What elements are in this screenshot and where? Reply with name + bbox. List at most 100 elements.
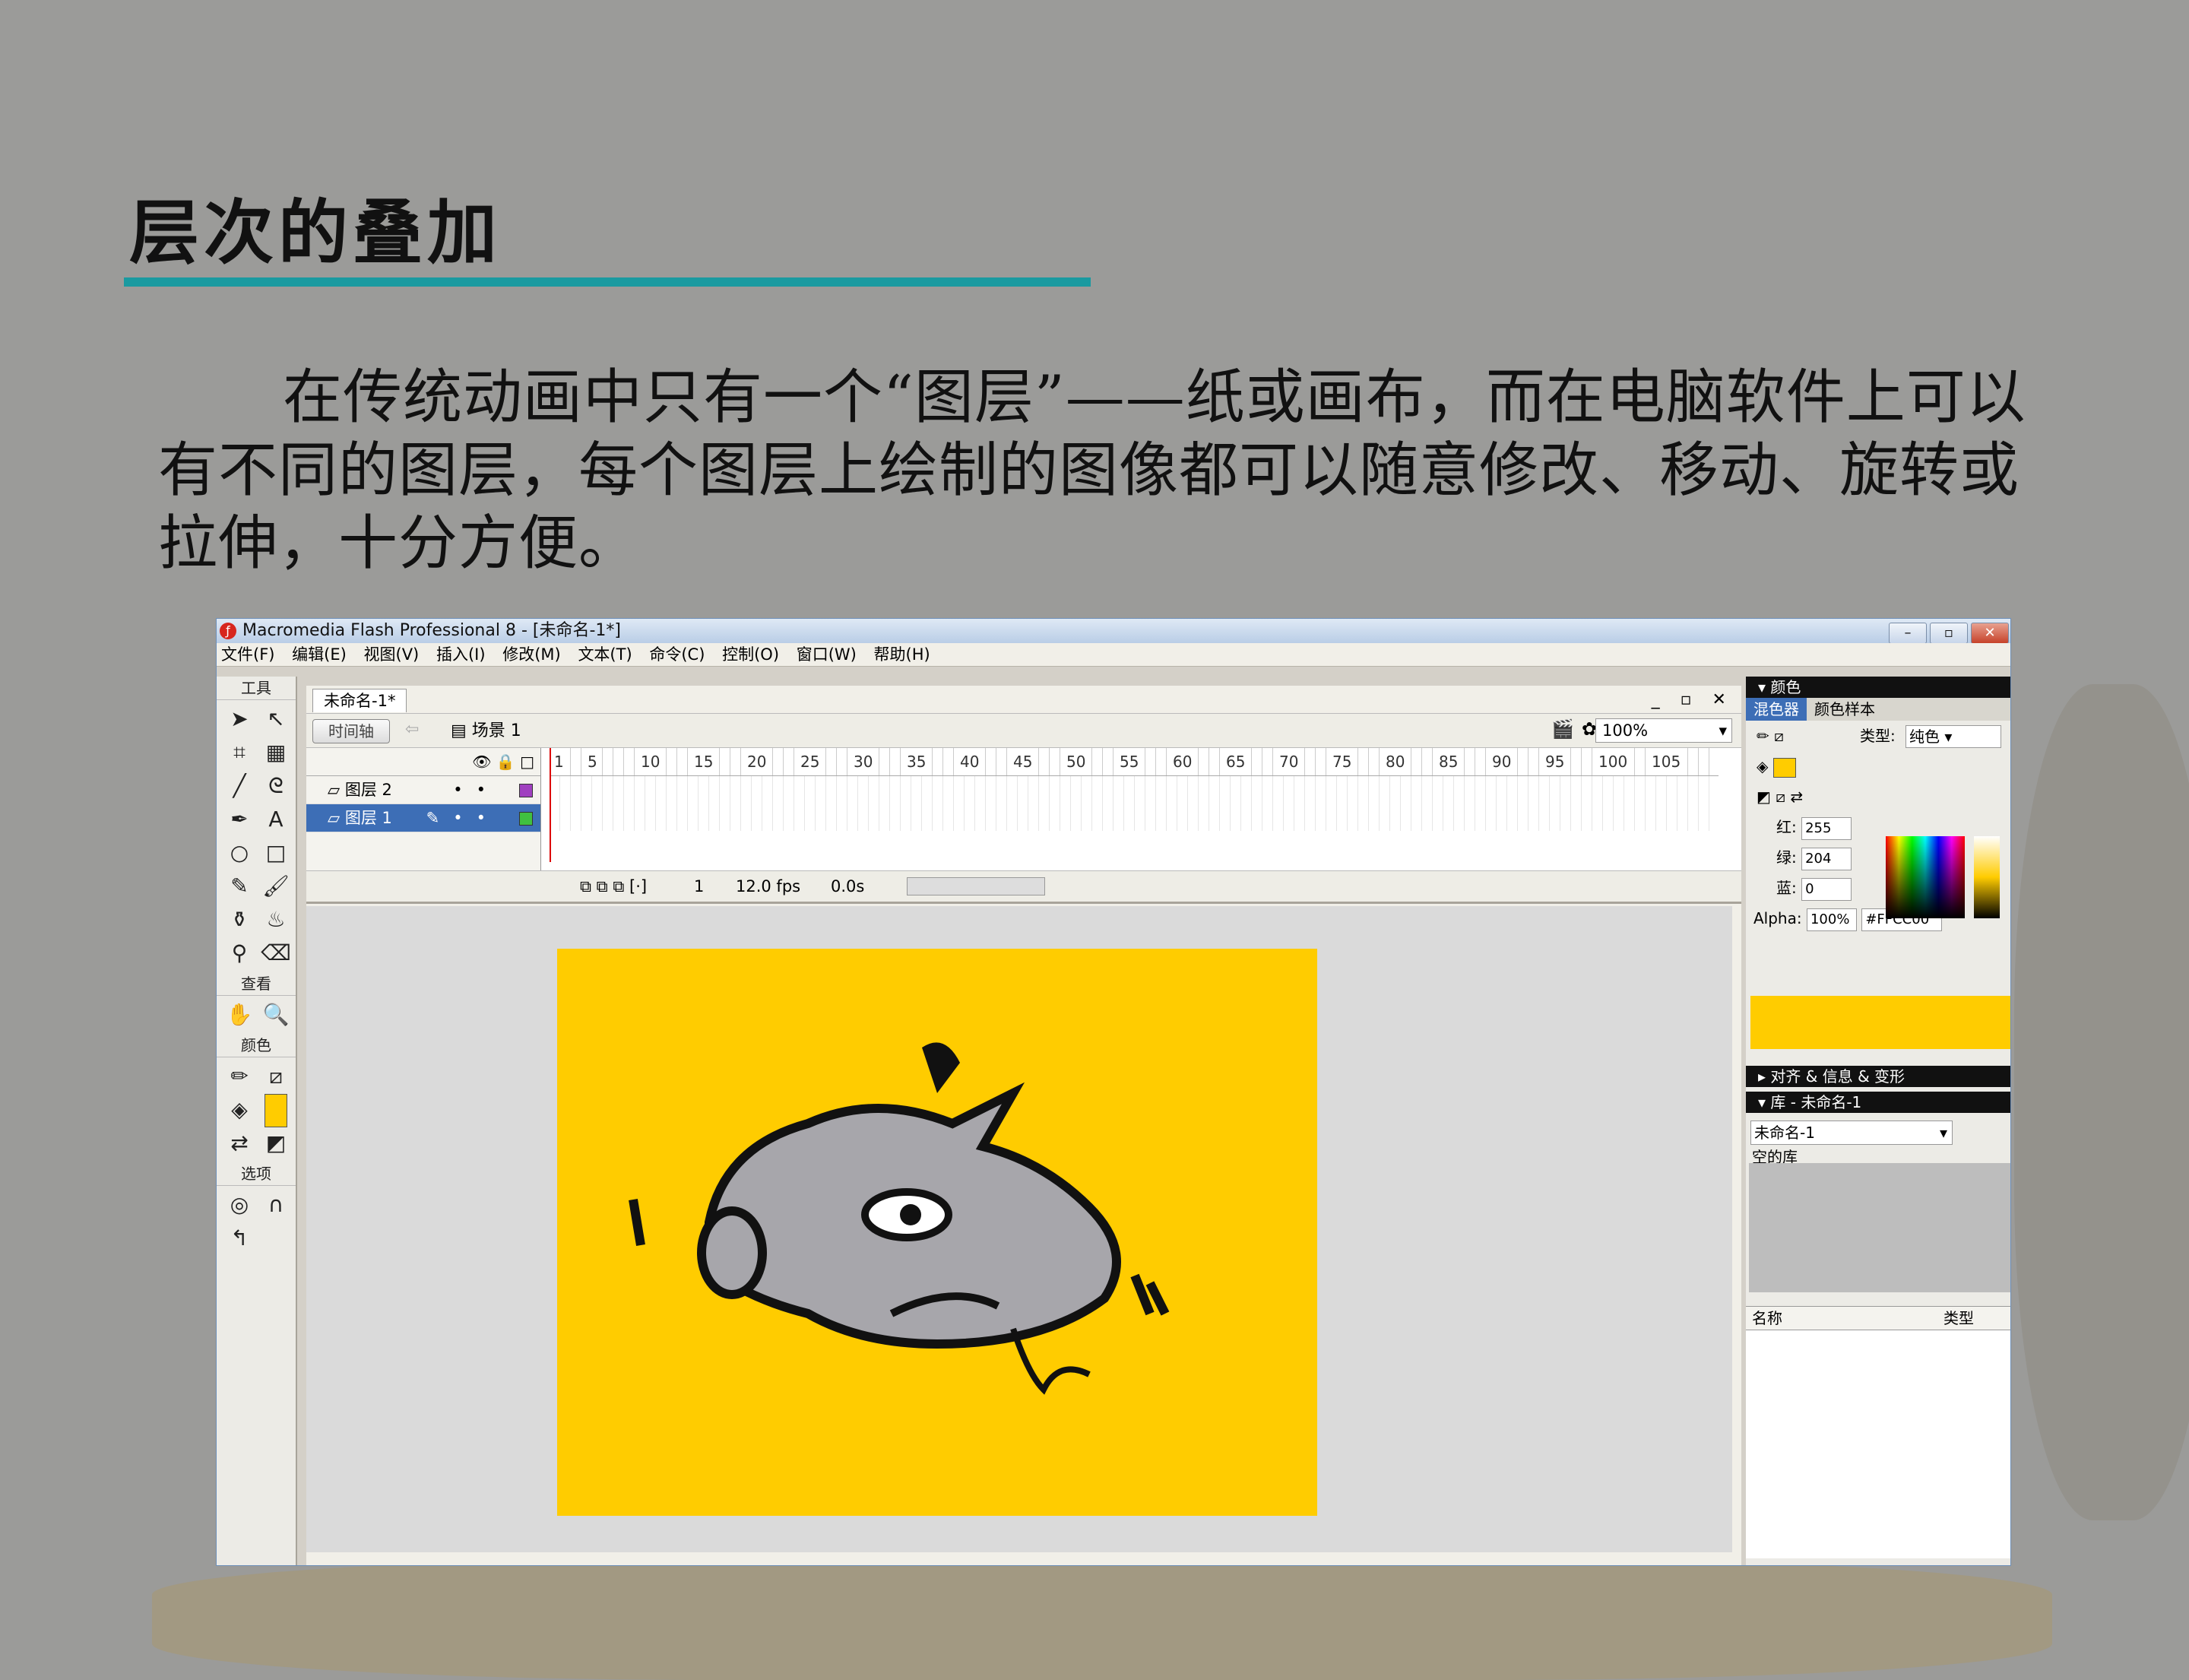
oval-tool-icon[interactable]: ○ bbox=[223, 837, 256, 869]
color-section-header: 颜色 bbox=[217, 1034, 296, 1057]
frame-grid[interactable] bbox=[550, 776, 1719, 831]
stage-area bbox=[306, 906, 1732, 1552]
paint-bucket-tool-icon[interactable]: ♨ bbox=[259, 904, 293, 936]
stroke-color-icon[interactable]: ✏ bbox=[223, 1060, 256, 1092]
layer-outline-color[interactable] bbox=[519, 812, 533, 826]
line-tool-icon[interactable]: ╱ bbox=[223, 770, 256, 802]
fill-color-icon[interactable]: ◈ bbox=[223, 1094, 256, 1126]
lock-icon[interactable]: 🔒 bbox=[496, 753, 515, 771]
timeline-toggle-button[interactable]: 时间轴 bbox=[312, 719, 390, 743]
frame-rate: 12.0 fps bbox=[736, 877, 801, 895]
current-frame: 1 bbox=[694, 877, 705, 895]
stroke-pencil-icon[interactable]: ✏ ⧄ bbox=[1757, 727, 1784, 745]
color-panel-title: 颜色 bbox=[1770, 678, 1801, 696]
rectangle-tool-icon[interactable]: □ bbox=[259, 837, 293, 869]
ruler-tick-label: 85 bbox=[1439, 748, 1459, 775]
brush-tool-icon[interactable]: 🖌 bbox=[259, 870, 293, 902]
layer-state-dots[interactable]: •• bbox=[453, 776, 499, 804]
menu-text[interactable]: 文本(T) bbox=[573, 643, 639, 666]
layer-state-dots[interactable]: ✎•• bbox=[426, 804, 499, 832]
timeline-panel: 👁 🔒 □ ▱ 图层 2 •• ▱ 图层 1 ✎•• ⊕ ⤴ ▭ 🗑 15101… bbox=[306, 748, 1741, 904]
eyedropper-tool-icon[interactable]: ⚲ bbox=[223, 937, 256, 969]
color-type-select[interactable]: 纯色 ▾ bbox=[1905, 725, 2001, 748]
tab-color-swatches[interactable]: 颜色样本 bbox=[1807, 698, 1883, 721]
smooth-option-icon[interactable]: ↰ bbox=[223, 1222, 256, 1254]
menu-bar: 文件(F) 编辑(E) 视图(V) 插入(I) 修改(M) 文本(T) 命令(C… bbox=[217, 643, 2010, 667]
zoom-tool-icon[interactable]: 🔍 bbox=[259, 999, 293, 1031]
gradient-transform-tool-icon[interactable]: ▦ bbox=[259, 737, 293, 769]
edit-scene-icon[interactable]: 🎬 bbox=[1551, 718, 1574, 740]
ink-bottle-tool-icon[interactable]: ⚱ bbox=[223, 904, 256, 936]
swap-default-icons[interactable]: ◩ ⧄ ⇄ bbox=[1757, 788, 1803, 806]
slide-title: 层次的叠加 bbox=[129, 192, 502, 274]
snap-option-icon[interactable]: ◎ bbox=[223, 1189, 256, 1221]
ruler-tick-label: 45 bbox=[1013, 748, 1033, 775]
document-tab[interactable]: 未命名-1* bbox=[312, 689, 407, 712]
scene-label[interactable]: ▤ 场景 1 bbox=[451, 720, 521, 743]
free-transform-tool-icon[interactable]: ⌗ bbox=[223, 737, 256, 769]
default-colors-icon[interactable]: ◩ bbox=[259, 1127, 293, 1159]
align-panel-title: 对齐 & 信息 & 变形 bbox=[1770, 1067, 1905, 1086]
menu-modify[interactable]: 修改(M) bbox=[498, 643, 569, 666]
green-field[interactable]: 204 bbox=[1801, 847, 1852, 870]
align-panel-header[interactable]: ▸ 对齐 & 信息 & 变形 bbox=[1746, 1066, 2010, 1087]
playhead[interactable] bbox=[550, 748, 560, 862]
brightness-slider[interactable] bbox=[1974, 836, 2000, 918]
red-field[interactable]: 255 bbox=[1801, 816, 1852, 840]
layer-row-2[interactable]: ▱ 图层 2 •• bbox=[306, 776, 540, 804]
back-arrow-icon[interactable]: ⇦ bbox=[405, 720, 419, 739]
swap-colors-icon[interactable]: ⇄ bbox=[223, 1127, 256, 1159]
magnet-option-icon[interactable]: ∩ bbox=[259, 1189, 293, 1221]
eraser-tool-icon[interactable]: ⌫ bbox=[259, 937, 293, 969]
layer-row-1[interactable]: ▱ 图层 1 ✎•• bbox=[306, 804, 540, 832]
subselect-tool-icon[interactable]: ↖ bbox=[259, 703, 293, 735]
close-icon[interactable]: ✕ bbox=[1971, 623, 2009, 644]
zoom-select[interactable]: 100% ▾ bbox=[1595, 718, 1732, 743]
ruler-tick-label: 15 bbox=[694, 748, 714, 775]
menu-help[interactable]: 帮助(H) bbox=[870, 643, 938, 666]
color-spectrum[interactable] bbox=[1886, 836, 1965, 918]
stroke-none-swatch[interactable]: ⧄ bbox=[259, 1060, 293, 1092]
text-tool-icon[interactable]: A bbox=[259, 804, 293, 835]
fill-color-swatch[interactable] bbox=[259, 1094, 293, 1127]
stage-canvas[interactable] bbox=[557, 949, 1317, 1516]
menu-window[interactable]: 窗口(W) bbox=[792, 643, 864, 666]
swap-row: ◩ ⧄ ⇄ bbox=[1746, 781, 2010, 812]
timeline-scrollbar[interactable] bbox=[907, 877, 1045, 895]
outline-icon[interactable]: □ bbox=[520, 753, 534, 771]
menu-file[interactable]: 文件(F) bbox=[217, 643, 282, 666]
menu-insert[interactable]: 插入(I) bbox=[432, 643, 493, 666]
library-doc-select[interactable]: 未命名-1 ▾ bbox=[1750, 1121, 1953, 1145]
document-controls[interactable]: _ ▫ ✕ bbox=[1652, 690, 1734, 709]
fill-bucket-icon[interactable]: ◈ bbox=[1757, 757, 1796, 778]
blue-field[interactable]: 0 bbox=[1801, 877, 1852, 901]
eye-icon[interactable]: 👁 bbox=[472, 753, 491, 771]
layer-outline-color[interactable] bbox=[519, 784, 533, 797]
tab-color-mixer[interactable]: 混色器 bbox=[1746, 698, 1807, 721]
alpha-field[interactable]: 100% bbox=[1806, 908, 1857, 931]
hand-tool-icon[interactable]: ✋ bbox=[223, 999, 256, 1031]
library-panel-title: 库 - 未命名-1 bbox=[1770, 1093, 1862, 1111]
frame-ruler[interactable]: 1 5 10 15 20 25 30 35 40 45 50 55 60 65 70 75 80 85 90 95 10… bbox=[550, 748, 1719, 776]
alpha-label: Alpha: bbox=[1753, 909, 1802, 927]
right-panels: ▾ 颜色 混色器 颜色样本 ✏ ⧄ 类型: 纯色 ▾ ◈ ◩ ⧄ ⇄ 红: 255… bbox=[1746, 677, 2010, 1565]
edit-symbol-icon[interactable]: ✿ bbox=[1582, 718, 1597, 740]
menu-edit[interactable]: 编辑(E) bbox=[287, 643, 354, 666]
maximize-icon[interactable]: ▫ bbox=[1930, 623, 1968, 644]
color-panel-header[interactable]: ▾ 颜色 bbox=[1746, 677, 2010, 698]
ruler-tick-label: 35 bbox=[907, 748, 927, 775]
onion-skin-icons[interactable]: ⧉ ⧉ ⧉ [·] bbox=[580, 871, 647, 902]
menu-control[interactable]: 控制(O) bbox=[718, 643, 787, 666]
chevron-down-icon: ▾ bbox=[1719, 721, 1727, 740]
lasso-tool-icon[interactable]: ᘓ bbox=[259, 770, 293, 802]
menu-commands[interactable]: 命令(C) bbox=[645, 643, 712, 666]
arrow-tool-icon[interactable]: ➤ bbox=[223, 703, 256, 735]
menu-view[interactable]: 视图(V) bbox=[360, 643, 427, 666]
library-col-type[interactable]: 类型 bbox=[1943, 1307, 1974, 1330]
library-list[interactable] bbox=[1746, 1330, 2010, 1558]
pencil-tool-icon[interactable]: ✎ bbox=[223, 870, 256, 902]
pen-tool-icon[interactable]: ✒ bbox=[223, 804, 256, 835]
minimize-icon[interactable]: – bbox=[1889, 623, 1927, 644]
library-col-name[interactable]: 名称 bbox=[1752, 1309, 1782, 1327]
library-panel-header[interactable]: ▾ 库 - 未命名-1 bbox=[1746, 1092, 2010, 1113]
